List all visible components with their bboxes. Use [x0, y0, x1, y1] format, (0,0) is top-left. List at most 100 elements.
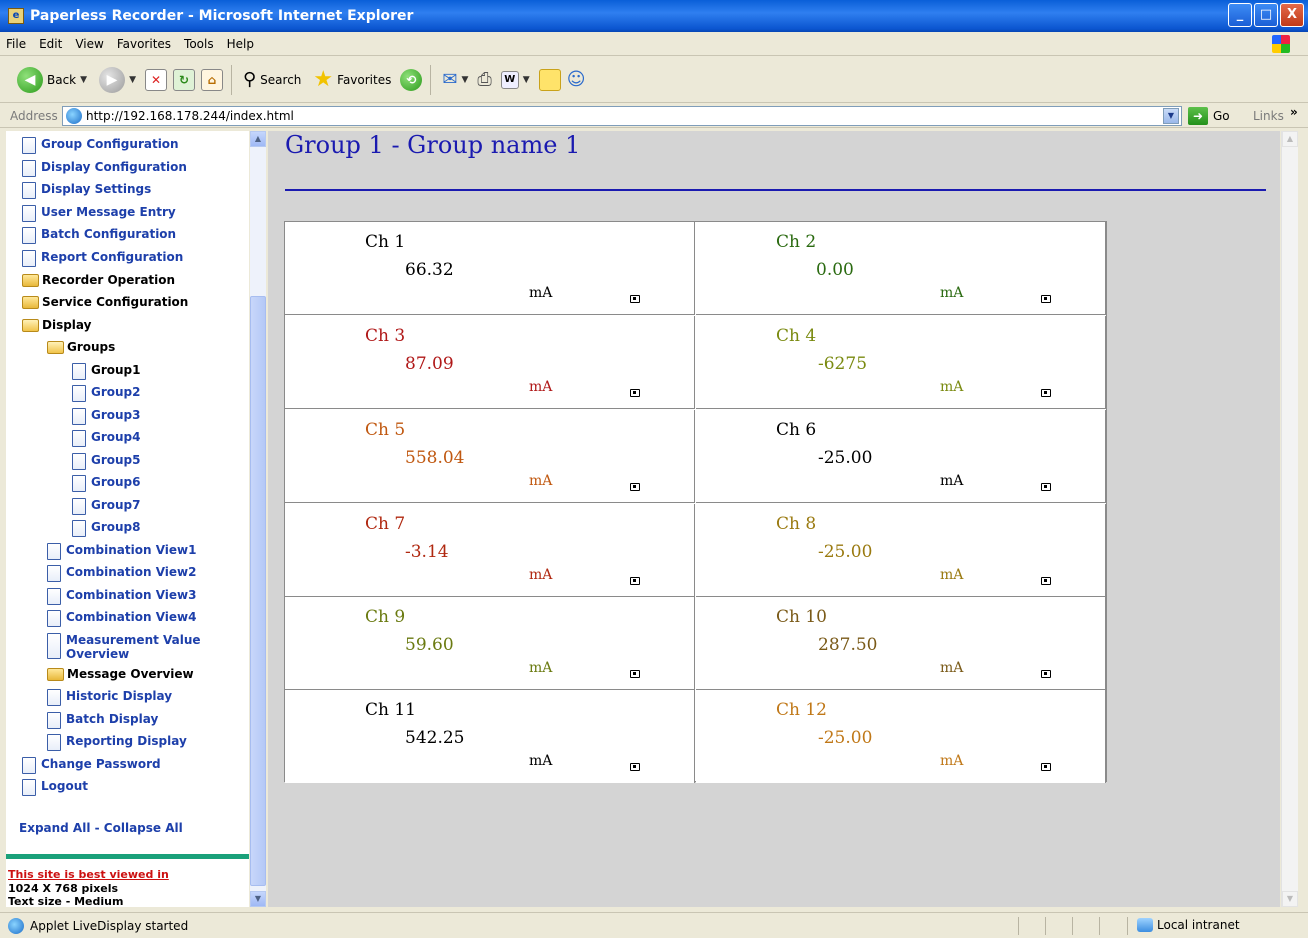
nav-service-configuration[interactable]: Service Configuration	[22, 295, 188, 309]
folder-open-icon	[47, 341, 64, 354]
stop-icon[interactable]: ✕	[144, 68, 167, 91]
home-icon[interactable]: ⌂	[200, 68, 223, 91]
nav-group8[interactable]: Group8	[72, 520, 141, 537]
nav-group2[interactable]: Group2	[72, 385, 141, 402]
nav-report-configuration[interactable]: Report Configuration	[22, 250, 183, 267]
nav-group-configuration[interactable]: Group Configuration	[22, 137, 179, 154]
print-icon[interactable]: ⎙	[477, 69, 491, 90]
address-bar: Address http://192.168.178.244/index.htm…	[0, 104, 1308, 128]
nav-display-configuration[interactable]: Display Configuration	[22, 160, 187, 177]
edit-button[interactable]: W ▼	[498, 69, 533, 91]
page-icon	[22, 137, 36, 154]
nav-user-message-entry[interactable]: User Message Entry	[22, 205, 176, 222]
close-button[interactable]: X	[1280, 3, 1304, 27]
address-url[interactable]: http://192.168.178.244/index.html	[86, 109, 294, 123]
forward-button[interactable]: ▶ ▼	[96, 65, 139, 95]
channel-unit: mA	[940, 567, 964, 583]
nav-display[interactable]: Display	[22, 318, 91, 332]
folder-icon	[47, 668, 64, 681]
page-icon	[66, 108, 82, 124]
back-dropdown-icon[interactable]: ▼	[80, 75, 87, 85]
page-icon	[47, 633, 61, 659]
nav-groups[interactable]: Groups	[47, 340, 115, 354]
maximize-button[interactable]: □	[1254, 3, 1278, 27]
nav-batch-display[interactable]: Batch Display	[47, 712, 158, 729]
page-status-icon	[8, 917, 24, 934]
channel-cell-2: Ch 2 0.00 mA	[696, 222, 1106, 315]
nav-logout[interactable]: Logout	[22, 779, 88, 796]
links-label[interactable]: Links	[1253, 109, 1284, 123]
content-scrollbar[interactable]: ▲ ▼	[1281, 131, 1298, 907]
menu-help[interactable]: Help	[227, 37, 254, 51]
nav-change-password[interactable]: Change Password	[22, 757, 161, 774]
mail-icon: ✉	[442, 69, 458, 90]
links-chevron-icon[interactable]: »	[1290, 105, 1298, 119]
edit-dropdown-icon[interactable]: ▼	[523, 75, 530, 85]
best-viewed-link[interactable]: This site is best viewed in	[8, 868, 169, 881]
favorites-button[interactable]: ★ Favorites	[310, 65, 394, 94]
search-icon: ⚲	[242, 69, 257, 90]
nav-group6[interactable]: Group6	[72, 475, 141, 492]
channel-name: Ch 12	[776, 700, 827, 720]
nav-group4[interactable]: Group4	[72, 430, 141, 447]
page-icon	[72, 408, 86, 425]
menu-edit[interactable]: Edit	[39, 37, 62, 51]
channel-value: -25.00	[818, 448, 873, 468]
nav-scrollbar-thumb[interactable]	[250, 296, 266, 886]
history-icon[interactable]: ⟲	[400, 68, 423, 91]
channel-status-icon	[630, 670, 640, 678]
search-button[interactable]: ⚲ Search	[240, 67, 304, 92]
search-label: Search	[260, 72, 302, 87]
channel-cell-1: Ch 1 66.32 mA	[285, 222, 695, 315]
scroll-down-icon[interactable]: ▼	[250, 891, 266, 907]
nav-group1[interactable]: Group1	[72, 363, 141, 380]
nav-group3[interactable]: Group3	[72, 408, 141, 425]
menu-favorites[interactable]: Favorites	[117, 37, 171, 51]
nav-historic-display[interactable]: Historic Display	[47, 689, 172, 706]
nav-recorder-operation[interactable]: Recorder Operation	[22, 273, 175, 287]
channel-name: Ch 1	[365, 232, 406, 252]
expand-collapse-all-link[interactable]: Expand All - Collapse All	[19, 821, 183, 835]
minimize-button[interactable]: _	[1228, 3, 1252, 27]
mail-button[interactable]: ✉ ▼	[439, 67, 471, 92]
nav-divider	[6, 854, 249, 859]
nav-display-settings[interactable]: Display Settings	[22, 182, 151, 199]
go-arrow-icon: ➜	[1188, 107, 1208, 125]
channel-cell-7: Ch 7 -3.14 mA	[285, 504, 695, 597]
refresh-icon[interactable]: ↻	[172, 68, 195, 91]
zone-label: Local intranet	[1157, 918, 1240, 932]
back-button[interactable]: ◀ Back ▼	[14, 65, 90, 95]
nav-reporting-display[interactable]: Reporting Display	[47, 734, 187, 751]
nav-combination-view2[interactable]: Combination View2	[47, 565, 196, 582]
scroll-down-icon[interactable]: ▼	[1282, 891, 1298, 907]
nav-combination-view4[interactable]: Combination View4	[47, 610, 196, 627]
page-icon	[72, 475, 86, 492]
discuss-icon[interactable]	[538, 68, 561, 91]
forward-dropdown-icon[interactable]: ▼	[129, 75, 136, 85]
channel-cell-3: Ch 3 87.09 mA	[285, 316, 695, 409]
menu-file[interactable]: File	[6, 37, 26, 51]
menu-tools[interactable]: Tools	[184, 37, 214, 51]
channel-status-icon	[1041, 295, 1051, 303]
nav-batch-configuration[interactable]: Batch Configuration	[22, 227, 176, 244]
intranet-icon	[1137, 918, 1153, 932]
nav-group7[interactable]: Group7	[72, 498, 141, 515]
nav-combination-view1[interactable]: Combination View1	[47, 543, 196, 560]
scroll-up-icon[interactable]: ▲	[1282, 131, 1298, 147]
back-label: Back	[47, 72, 77, 87]
menu-view[interactable]: View	[75, 37, 103, 51]
address-input[interactable]: http://192.168.178.244/index.html ▼	[62, 106, 1182, 126]
nav-message-overview[interactable]: Message Overview	[47, 667, 194, 681]
go-button[interactable]: ➜ Go	[1188, 107, 1230, 125]
nav-combination-view3[interactable]: Combination View3	[47, 588, 196, 605]
nav-measurement-value-overview[interactable]: Measurement Value Overview	[47, 633, 207, 661]
mail-dropdown-icon[interactable]: ▼	[461, 75, 468, 85]
address-dropdown-icon[interactable]: ▼	[1163, 108, 1179, 124]
forward-arrow-icon: ▶	[99, 66, 126, 93]
nav-group5[interactable]: Group5	[72, 453, 141, 470]
messenger-icon[interactable]: ☺	[567, 69, 586, 90]
channel-name: Ch 4	[776, 326, 817, 346]
scroll-up-icon[interactable]: ▲	[250, 131, 266, 147]
page-icon	[47, 712, 61, 729]
nav-scrollbar[interactable]: ▲ ▼	[250, 131, 266, 907]
